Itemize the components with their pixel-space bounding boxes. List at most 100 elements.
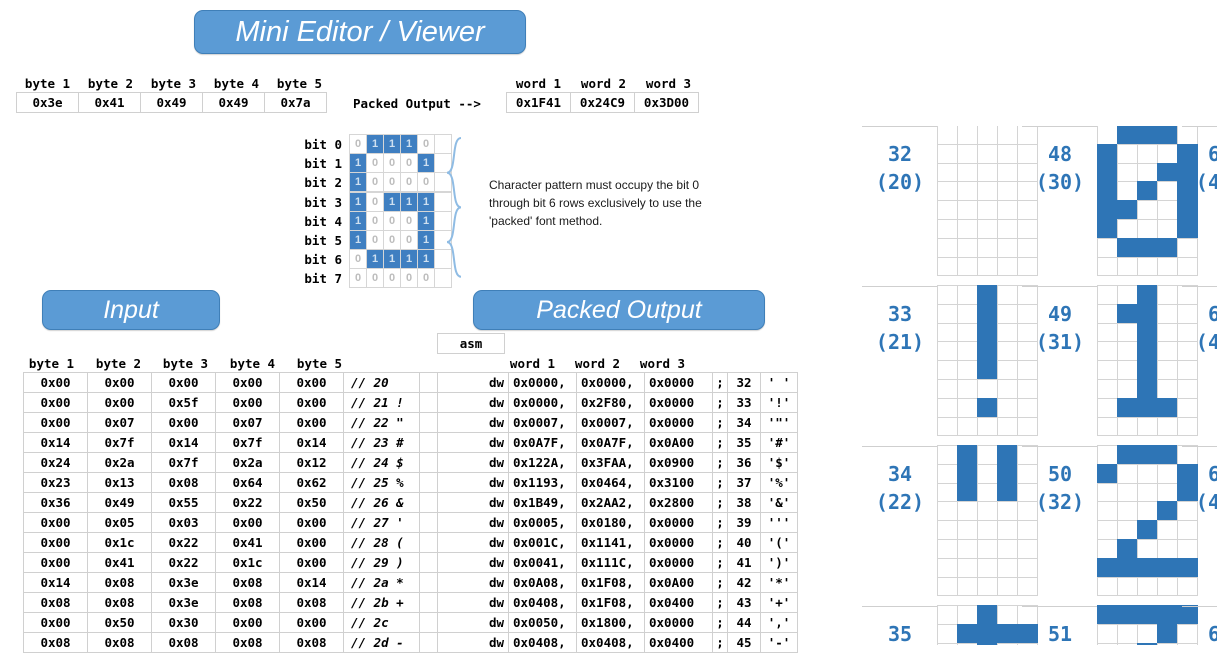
glyph-pixel[interactable] <box>997 323 1018 343</box>
glyph-pixel[interactable] <box>977 577 998 597</box>
glyph-pixel[interactable] <box>1137 257 1158 277</box>
packed-word-cell[interactable]: 0x001C, <box>509 533 577 553</box>
packed-dw-cell[interactable]: dw <box>438 493 509 513</box>
glyph-pixel[interactable] <box>1117 483 1138 503</box>
packed-semicolon-cell[interactable]: ; <box>713 633 728 653</box>
table-row[interactable]: 0x360x490x550x220x50// 26 & <box>24 493 443 513</box>
glyph-pixel[interactable] <box>1117 605 1138 625</box>
glyph-pixel[interactable] <box>1157 539 1178 559</box>
input-comment-cell[interactable]: // 2a * <box>344 573 420 593</box>
glyph-pixel[interactable] <box>1157 238 1178 258</box>
packed-dw-cell[interactable]: dw <box>438 473 509 493</box>
top-byte-cell[interactable]: 0x49 <box>141 93 203 113</box>
glyph-pixel[interactable] <box>1137 181 1158 201</box>
glyph-pixel[interactable] <box>1117 200 1138 220</box>
table-row[interactable]: dw0x0005,0x0180,0x0000;39''' <box>438 513 798 533</box>
packed-charcode-cell[interactable]: 32 <box>728 373 761 393</box>
glyph-pixel[interactable] <box>957 181 978 201</box>
packed-dw-cell[interactable]: dw <box>438 373 509 393</box>
glyph-pixel[interactable] <box>997 144 1018 164</box>
glyph-pixel[interactable] <box>1097 144 1118 164</box>
input-byte-cell[interactable]: 0x5f <box>152 393 216 413</box>
glyph-pixel[interactable] <box>1117 257 1138 277</box>
packed-char-cell[interactable]: ' ' <box>761 373 798 393</box>
packed-word-cell[interactable]: 0x1800, <box>577 613 645 633</box>
input-byte-cell[interactable]: 0x14 <box>24 433 88 453</box>
packed-char-cell[interactable]: ')' <box>761 553 798 573</box>
input-byte-cell[interactable]: 0x00 <box>88 393 152 413</box>
glyph-block[interactable]: 65(41) <box>1182 286 1217 446</box>
input-byte-cell[interactable]: 0x13 <box>88 473 152 493</box>
input-byte-cell[interactable]: 0x12 <box>280 453 344 473</box>
packed-dw-cell[interactable]: dw <box>438 553 509 573</box>
input-byte-cell[interactable]: 0x03 <box>152 513 216 533</box>
packed-char-cell[interactable]: '+' <box>761 593 798 613</box>
packed-word-cell[interactable]: 0x111C, <box>577 553 645 573</box>
top-byte-values-table[interactable]: 0x3e0x410x490x490x7a <box>16 92 327 113</box>
input-byte-cell[interactable]: 0x14 <box>280 433 344 453</box>
glyph-pixel[interactable] <box>937 520 958 540</box>
glyph-pixel[interactable] <box>957 624 978 644</box>
glyph-pixel[interactable] <box>1157 285 1178 305</box>
packed-word-cell[interactable]: 0x0180, <box>577 513 645 533</box>
packed-word-cell[interactable]: 0x0900 <box>645 453 713 473</box>
packed-word-cell[interactable]: 0x0000 <box>645 373 713 393</box>
glyph-pixel[interactable] <box>997 341 1018 361</box>
bit-cell[interactable]: 0 <box>417 268 435 288</box>
bit-cell[interactable]: 0 <box>366 230 384 250</box>
packed-word-cell[interactable]: 0x0005, <box>509 513 577 533</box>
glyph-pixel[interactable] <box>957 520 978 540</box>
table-row[interactable]: dw0x0408,0x0408,0x0400;45'-' <box>438 633 798 653</box>
bit-cell[interactable]: 1 <box>349 211 367 231</box>
table-row[interactable]: 0x000x070x000x070x00// 22 " <box>24 413 443 433</box>
input-byte-cell[interactable]: 0x08 <box>216 633 280 653</box>
glyph-pixel[interactable] <box>977 398 998 418</box>
glyph-pixel[interactable] <box>1097 483 1118 503</box>
glyph-pixel[interactable] <box>1157 605 1178 625</box>
glyph-pixel[interactable] <box>1157 501 1178 521</box>
glyph-block[interactable]: 49(31) <box>1022 286 1182 446</box>
glyph-pixel[interactable] <box>997 257 1018 277</box>
packed-charcode-cell[interactable]: 36 <box>728 453 761 473</box>
top-byte-cell[interactable]: 0x49 <box>203 93 265 113</box>
packed-word-cell[interactable]: 0x0A00 <box>645 573 713 593</box>
glyph-pixel[interactable] <box>1117 341 1138 361</box>
input-bytes-table[interactable]: 0x000x000x000x000x00// 200x000x000x5f0x0… <box>23 372 443 653</box>
glyph-pixel[interactable] <box>937 624 958 644</box>
glyph-pixel[interactable] <box>1117 285 1138 305</box>
glyph-pixel[interactable] <box>937 200 958 220</box>
packed-dw-cell[interactable]: dw <box>438 573 509 593</box>
bit-cell[interactable]: 1 <box>400 134 418 154</box>
glyph-pixel[interactable] <box>1117 417 1138 437</box>
glyph-pixel[interactable] <box>937 501 958 521</box>
glyph-pixel[interactable] <box>957 257 978 277</box>
input-byte-cell[interactable]: 0x00 <box>280 513 344 533</box>
packed-char-cell[interactable]: '(' <box>761 533 798 553</box>
packed-word-cell[interactable]: 0x0400 <box>645 633 713 653</box>
packed-word-cell[interactable]: 0x0408, <box>577 633 645 653</box>
bit-cell[interactable]: 0 <box>366 211 384 231</box>
glyph-pixel[interactable] <box>1117 163 1138 183</box>
input-byte-cell[interactable]: 0x00 <box>88 373 152 393</box>
packed-charcode-cell[interactable]: 42 <box>728 573 761 593</box>
glyph-pixel[interactable] <box>1097 445 1118 465</box>
input-comment-cell[interactable]: // 29 ) <box>344 553 420 573</box>
glyph-pixel[interactable] <box>1097 360 1118 380</box>
glyph-block[interactable]: 35(23) <box>862 606 1022 645</box>
packed-word-cell[interactable]: 0x0041, <box>509 553 577 573</box>
top-word-cell[interactable]: 0x24C9 <box>571 93 635 113</box>
glyph-pixel[interactable] <box>1157 304 1178 324</box>
packed-dw-cell[interactable]: dw <box>438 433 509 453</box>
glyph-pixel[interactable] <box>1117 501 1138 521</box>
input-byte-cell[interactable]: 0x41 <box>88 553 152 573</box>
glyph-pixel[interactable] <box>977 200 998 220</box>
glyph-preview-panel[interactable]: 32(20)33(21)34(22)35(23)48(30)49(31)50(3… <box>862 126 1217 645</box>
glyph-pixel[interactable] <box>1117 126 1138 145</box>
packed-char-cell[interactable]: '*' <box>761 573 798 593</box>
glyph-pixel[interactable] <box>937 126 958 145</box>
packed-word-cell[interactable]: 0x0007, <box>577 413 645 433</box>
packed-charcode-cell[interactable]: 39 <box>728 513 761 533</box>
input-comment-cell[interactable]: // 22 " <box>344 413 420 433</box>
bit-cell[interactable]: 1 <box>366 249 384 269</box>
glyph-pixel[interactable] <box>957 483 978 503</box>
